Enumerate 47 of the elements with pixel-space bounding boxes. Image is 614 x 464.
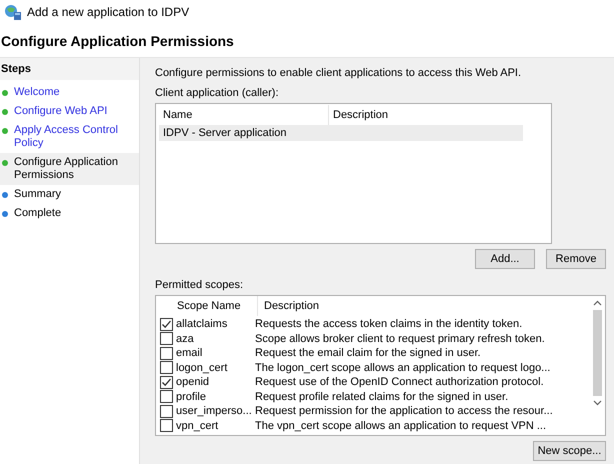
checkbox[interactable] <box>160 390 173 404</box>
scope-description: Request the email claim for the signed in user. <box>255 347 481 360</box>
scope-name: logon_cert <box>176 362 228 374</box>
scopes-label: Permitted scopes: <box>155 278 244 292</box>
checkbox[interactable] <box>160 376 173 389</box>
action-button[interactable]: Add... <box>475 249 535 269</box>
checkbox[interactable] <box>160 404 173 418</box>
scope-name: user_imperso... <box>176 405 253 418</box>
checkbox[interactable] <box>160 419 173 432</box>
scope-description: The logon_cert scope allows an application to request logo... <box>255 362 550 374</box>
scope-name: openid <box>176 376 210 388</box>
column-header[interactable]: Description <box>258 296 514 316</box>
scope-name: allatclaims <box>176 318 228 330</box>
scroll-thumb[interactable] <box>593 310 602 396</box>
scope-description: Request use of the OpenID Connect authorization protocol. <box>255 376 544 388</box>
scope-name: aza <box>176 332 195 345</box>
checkbox[interactable] <box>160 318 173 331</box>
scope-description: Requests the access token claims in the identity token. <box>255 318 522 330</box>
new-scope-button[interactable]: New scope... <box>533 441 606 461</box>
action-button[interactable]: Remove <box>546 249 606 269</box>
app-icon <box>4 3 22 22</box>
checkbox[interactable] <box>160 332 173 346</box>
intro-text: Configure permissions to enable client applications to access this Web API. <box>155 66 522 80</box>
scope-description: The vpn_cert scope allows an application to request VPN ... <box>255 420 546 432</box>
step-item[interactable]: Apply Access Control Policy <box>0 121 139 153</box>
column-header[interactable]: Scope Name <box>160 296 258 316</box>
scroll-up-icon[interactable] <box>593 300 602 306</box>
checkbox[interactable] <box>160 346 173 360</box>
client-label: Client application (caller): <box>155 86 280 100</box>
step-item[interactable]: Welcome <box>0 83 139 102</box>
window-title: Add a new application to IDPV <box>27 5 190 20</box>
scope-description: Request permission for the application to access the resour... <box>255 405 553 418</box>
steps-title: Steps <box>0 58 139 80</box>
step-item: Summary <box>0 185 139 204</box>
step-item: Configure Application Permissions <box>0 153 139 185</box>
page-heading: Configure Application Permissions <box>0 32 234 49</box>
scope-name: profile <box>176 390 207 403</box>
scroll-down-icon[interactable] <box>593 400 602 406</box>
scope-name: vpn_cert <box>176 420 220 432</box>
scope-description: Request profile related claims for the signed in user. <box>255 390 508 403</box>
scope-name: email <box>176 347 204 360</box>
scope-description: Scope allows broker client to request primary refresh token. <box>255 332 545 345</box>
client-row[interactable]: IDPV - Server application <box>159 125 523 141</box>
column-header[interactable]: Description <box>329 105 523 125</box>
step-item[interactable]: Configure Web API <box>0 102 139 121</box>
checkbox[interactable] <box>160 361 173 374</box>
step-item: Complete <box>0 204 139 223</box>
